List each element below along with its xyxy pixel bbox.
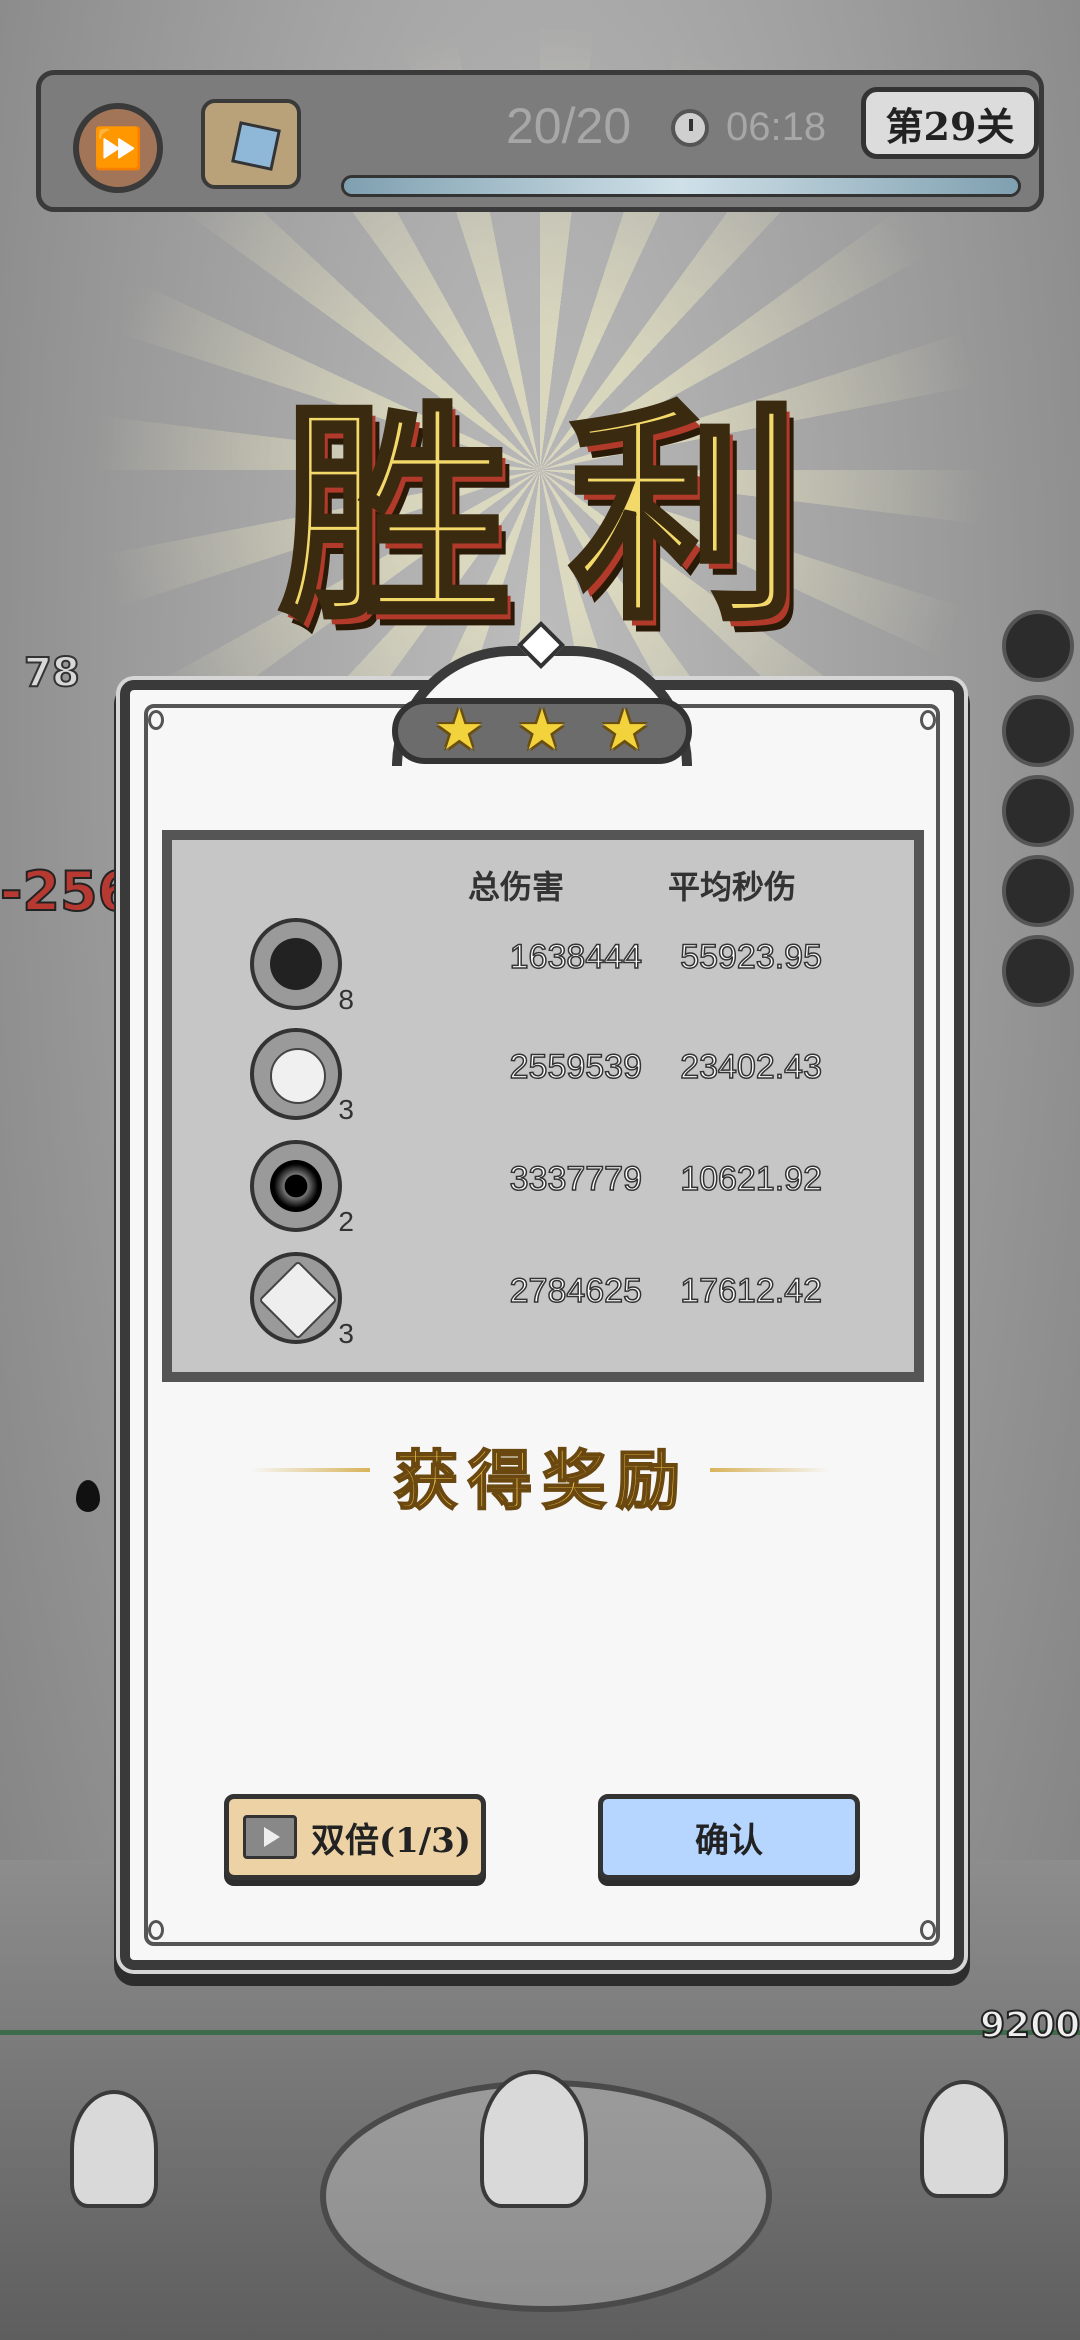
reward-divider-right bbox=[710, 1468, 830, 1472]
table-row: 3 2559539 23402.43 bbox=[172, 1028, 914, 1128]
panel-rivet bbox=[148, 1920, 164, 1940]
star-icon: ★ bbox=[516, 698, 568, 763]
clock-icon bbox=[671, 109, 709, 147]
star-rating: ★ ★ ★ bbox=[392, 698, 692, 764]
wave-progress-fill bbox=[344, 178, 1018, 194]
star-icon: ★ bbox=[434, 698, 485, 763]
total-damage: 3337779 bbox=[509, 1159, 643, 1199]
black-hole-icon: 2 bbox=[250, 1140, 354, 1237]
fast-forward-button[interactable]: ⏩ bbox=[73, 103, 163, 193]
ink-drop bbox=[76, 1480, 100, 1512]
average-dps: 10621.92 bbox=[679, 1159, 822, 1199]
crystal-icon: 3 bbox=[250, 1252, 354, 1349]
skill-orb-5 bbox=[1002, 935, 1074, 1007]
double-reward-label: 双倍(1/3) bbox=[311, 1820, 471, 1861]
panel-rivet bbox=[920, 710, 936, 730]
timer: 06:18 bbox=[726, 105, 827, 149]
mage-right bbox=[920, 2080, 1008, 2198]
reward-title: 获得奖励 bbox=[393, 1443, 690, 1520]
wave-progress-bar bbox=[341, 175, 1021, 197]
skill-orb-2 bbox=[1002, 695, 1074, 767]
header-total-damage: 总伤害 bbox=[468, 868, 565, 906]
mage-left bbox=[70, 2090, 158, 2208]
average-dps: 23402.43 bbox=[679, 1047, 822, 1087]
fast-forward-icon: ⏩ bbox=[93, 125, 143, 172]
level-badge: 第29关 bbox=[861, 87, 1039, 159]
average-dps: 55923.95 bbox=[679, 937, 822, 977]
skill-orb-4 bbox=[1002, 855, 1074, 927]
victory-title: 胜利 bbox=[277, 378, 860, 654]
total-damage: 1638444 bbox=[509, 937, 643, 977]
wave-counter: 20/20 bbox=[506, 98, 632, 154]
mage-center bbox=[480, 2070, 588, 2208]
defense-line bbox=[0, 2030, 1080, 2035]
total-damage: 2784625 bbox=[509, 1271, 643, 1311]
damage-number: -256 bbox=[0, 859, 136, 924]
ice-spirit-icon: 3 bbox=[250, 1028, 354, 1125]
total-damage: 2559539 bbox=[509, 1047, 643, 1087]
top-hud: ⏩ 20/20 06:18 第29关 bbox=[36, 70, 1044, 212]
table-row: 2 3337779 10621.92 bbox=[172, 1140, 914, 1240]
double-reward-button[interactable]: 双倍(1/3) bbox=[224, 1794, 486, 1880]
base-hp: 9200 bbox=[979, 2004, 1080, 2047]
bomb-icon: 8 bbox=[250, 918, 354, 1015]
skill-orb-3 bbox=[1002, 775, 1074, 847]
average-dps: 17612.42 bbox=[679, 1271, 822, 1311]
confirm-button[interactable]: 确认 bbox=[598, 1794, 860, 1880]
treasure-chest-icon[interactable] bbox=[201, 99, 301, 189]
panel-rivet bbox=[920, 1920, 936, 1940]
table-row: 8 1638444 55923.95 bbox=[172, 918, 914, 1018]
panel-rivet bbox=[148, 710, 164, 730]
damage-stats-table: 总伤害 平均秒伤 8 1638444 55923.95 3 2559539 23… bbox=[162, 830, 924, 1382]
video-ad-icon bbox=[243, 1815, 297, 1859]
star-icon: ★ bbox=[599, 698, 650, 763]
result-panel: ★ ★ ★ 总伤害 平均秒伤 8 1638444 55923.95 3 255953… bbox=[120, 620, 964, 1970]
header-average-dps: 平均秒伤 bbox=[668, 868, 797, 906]
table-row: 3 2784625 17612.42 bbox=[172, 1252, 914, 1352]
